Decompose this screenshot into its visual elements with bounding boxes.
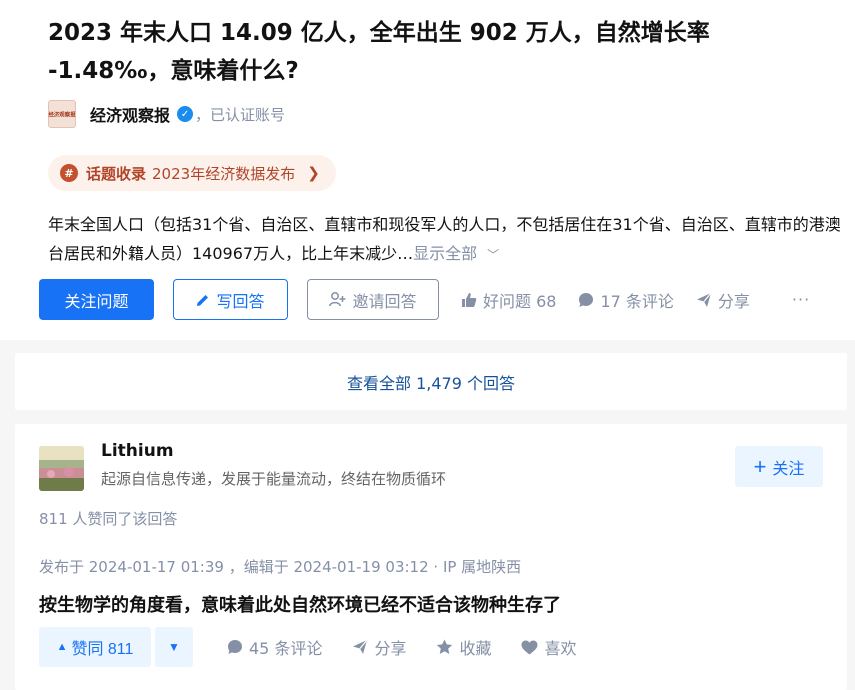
comment-icon [578, 292, 594, 308]
author-logo[interactable]: 经济观察报 [48, 100, 76, 128]
author-name[interactable]: 经济观察报 [90, 102, 170, 126]
collect-label: 收藏 [459, 639, 492, 658]
question-description: 年末全国人口（包括31个省、自治区、直辖市和现役军人的人口，不包括居住在31个省… [48, 210, 848, 270]
chevron-right-icon: ❯ [307, 164, 320, 182]
question-share-label: 分享 [717, 291, 750, 311]
collect-button[interactable]: 收藏 [436, 635, 491, 659]
answer-share-button[interactable]: 分享 [352, 635, 406, 659]
view-all-answers-button[interactable]: 查看全部 1,479 个回答 [15, 353, 847, 410]
like-label: 喜欢 [544, 639, 577, 658]
good-question-label: 好问题 68 [483, 291, 557, 311]
upvote-label: 赞同 811 [71, 641, 134, 658]
liked-by-count: 811 人赞同了该回答 [39, 510, 178, 528]
triangle-up-icon: ▲ [56, 641, 68, 653]
invite-answer-label: 邀请回答 [352, 293, 417, 311]
heart-icon [521, 640, 538, 655]
answer-comments-label: 45 条评论 [249, 639, 323, 658]
more-options-icon[interactable]: ··· [792, 290, 810, 309]
pencil-icon [196, 293, 210, 307]
topic-name: 2023年经济数据发布 [152, 164, 296, 183]
upvote-button[interactable]: ▲ 赞同 811 [39, 627, 151, 667]
write-answer-button[interactable]: 写回答 [173, 279, 288, 320]
question-share-button[interactable]: 分享 [696, 288, 750, 312]
triangle-down-icon: ▼ [168, 640, 180, 654]
question-title[interactable]: 2023 年末人口 14.09 亿人，全年出生 902 万人，自然增长率 -1.… [48, 14, 808, 90]
follow-author-label: 关注 [772, 460, 805, 478]
question-comments-label: 17 条评论 [600, 291, 674, 311]
invite-answer-button[interactable]: 邀请回答 [307, 279, 439, 320]
follow-author-button[interactable]: + 关注 [735, 446, 823, 487]
answer-actions: ▲ 赞同 811 ▼ 45 条评论 分享 收藏 喜欢 [39, 627, 577, 667]
hash-icon: # [60, 164, 78, 182]
share-icon [696, 292, 712, 308]
good-question-button[interactable]: 好问题 68 [461, 288, 556, 312]
follow-question-button[interactable]: 关注问题 [39, 279, 154, 320]
question-comments-button[interactable]: 17 条评论 [578, 288, 674, 312]
verified-badge-icon: ✓ [177, 106, 194, 122]
topic-tag[interactable]: # 话题收录 2023年经济数据发布 ❯ [48, 155, 336, 191]
show-all-link[interactable]: 显示全部 [413, 244, 477, 263]
like-button[interactable]: 喜欢 [521, 635, 577, 659]
share-icon [352, 639, 368, 655]
downvote-button[interactable]: ▼ [155, 627, 193, 667]
answer-content[interactable]: 按生物学的角度看，意味着此处自然环境已经不适合该物种生存了 [39, 591, 561, 617]
publish-info[interactable]: 发布于 2024-01-17 01:39 ，编辑于 2024-01-19 03:… [39, 556, 521, 577]
avatar[interactable] [39, 446, 84, 491]
answer-card: Lithium 起源自信息传递，发展于能量流动，终结在物质循环 + 关注 811… [15, 424, 847, 690]
answer-author-name[interactable]: Lithium [101, 441, 174, 461]
question-author: 经济观察报 经济观察报 ✓ ，已认证账号 [48, 100, 285, 128]
comment-icon [227, 639, 243, 655]
answer-comments-button[interactable]: 45 条评论 [227, 635, 322, 659]
answer-author-bio: 起源自信息传递，发展于能量流动，终结在物质循环 [101, 470, 447, 488]
star-icon [436, 639, 453, 655]
verified-text: ，已认证账号 [195, 105, 286, 124]
question-actions: 关注问题 写回答 邀请回答 好问题 68 17 条评论 分享 ··· [39, 279, 810, 320]
question-card: 2023 年末人口 14.09 亿人，全年出生 902 万人，自然增长率 -1.… [0, 0, 855, 340]
chevron-down-icon[interactable]: ﹀ [487, 241, 499, 270]
topic-label: 话题收录 [86, 164, 147, 183]
thumbs-up-icon [461, 292, 477, 308]
answer-share-label: 分享 [374, 639, 407, 658]
write-answer-label: 写回答 [216, 293, 265, 311]
add-user-icon [329, 292, 346, 307]
plus-icon: + [753, 453, 767, 479]
